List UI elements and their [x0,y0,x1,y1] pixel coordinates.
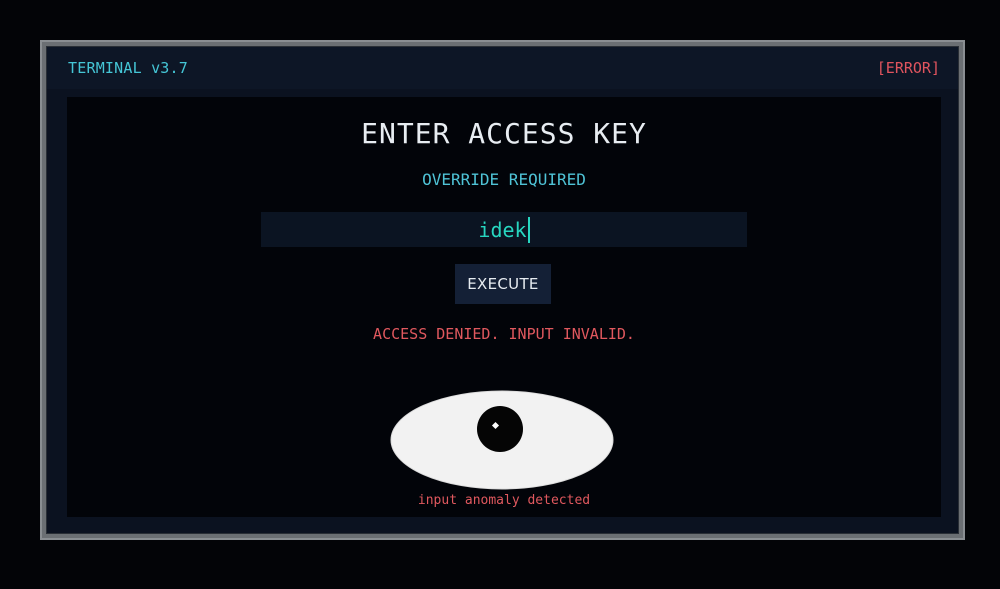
console-panel: ENTER ACCESS KEY OVERRIDE REQUIRED idek … [67,97,941,517]
terminal-window: TERMINAL v3.7 [ERROR] ENTER ACCESS KEY O… [46,46,959,534]
window-title: TERMINAL v3.7 [68,59,188,77]
eye-icon [390,390,614,490]
error-status-badge: [ERROR] [876,59,940,77]
anomaly-message: input anomaly detected [417,493,591,508]
title-bar: TERMINAL v3.7 [ERROR] [47,47,958,89]
execute-button[interactable]: EXECUTE [455,264,551,304]
eye-pupil [477,406,523,452]
page-title: ENTER ACCESS KEY [361,117,647,150]
terminal-frame: TERMINAL v3.7 [ERROR] ENTER ACCESS KEY O… [40,40,965,540]
access-key-field-bg [261,212,747,247]
override-subtitle: OVERRIDE REQUIRED [422,170,586,189]
access-denied-message: ACCESS DENIED. INPUT INVALID. [373,325,635,343]
eye-graphic [390,390,614,490]
